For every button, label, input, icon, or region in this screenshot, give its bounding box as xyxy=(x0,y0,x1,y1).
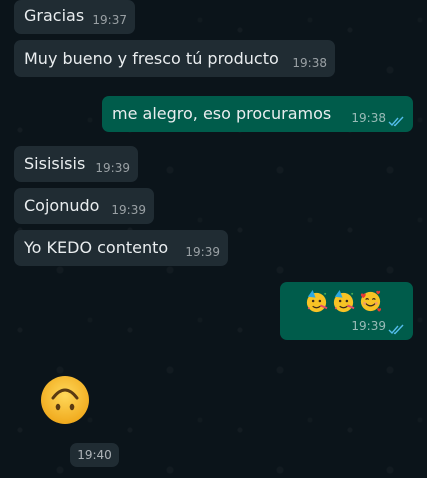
message-text: Muy bueno y fresco tú producto xyxy=(24,49,279,68)
message-bubble[interactable]: Muy bueno y fresco tú producto 19:38 xyxy=(14,40,335,77)
message-time: 19:37 xyxy=(92,13,127,27)
upside-down-face-icon[interactable] xyxy=(39,374,91,426)
message-text: Gracias xyxy=(24,6,85,25)
message-bubble[interactable]: Cojonudo 19:39 xyxy=(14,188,154,224)
message-text: me alegro, eso procuramos xyxy=(112,104,332,123)
double-check-icon xyxy=(388,324,404,335)
message-bubble[interactable]: Sisisisis 19:39 xyxy=(14,146,138,182)
message-time: 19:39 xyxy=(351,319,386,333)
message-time: 19:39 xyxy=(95,161,130,175)
partying-face-icon xyxy=(306,289,328,313)
message-bubble[interactable]: Gracias 19:37 xyxy=(14,0,135,34)
smiling-face-with-hearts-icon xyxy=(360,290,382,312)
message-time: 19:39 xyxy=(185,245,220,259)
emoji-row xyxy=(304,289,383,314)
partying-face-icon xyxy=(333,289,355,313)
message-text: Cojonudo xyxy=(24,196,100,215)
message-time: 19:40 xyxy=(70,443,119,467)
message-time: 19:38 xyxy=(351,111,386,125)
message-time: 19:38 xyxy=(292,56,327,70)
message-bubble[interactable]: Yo KEDO contento 19:39 xyxy=(14,230,228,266)
message-bubble[interactable]: me alegro, eso procuramos 19:38 xyxy=(102,96,413,132)
message-text: Yo KEDO contento xyxy=(24,238,169,257)
double-check-icon xyxy=(388,116,404,127)
message-time: 19:39 xyxy=(111,203,146,217)
message-text: Sisisisis xyxy=(24,154,86,173)
emoji-message-bubble[interactable]: 19:39 xyxy=(280,282,413,340)
